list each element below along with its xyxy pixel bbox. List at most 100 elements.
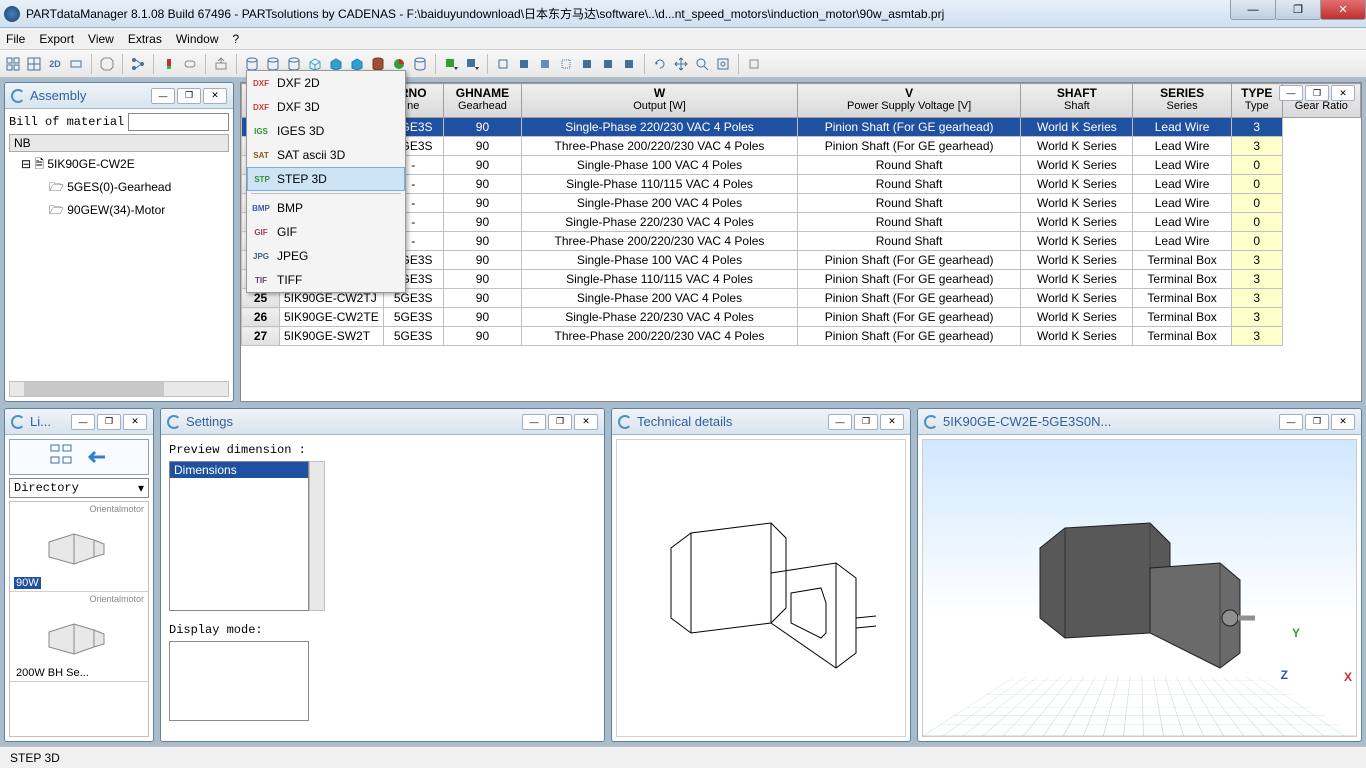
- tb-db5-icon[interactable]: [411, 55, 429, 73]
- tb-toggle-icon[interactable]: [181, 55, 199, 73]
- tif-icon: TIF: [253, 272, 269, 288]
- panel-max-button[interactable]: ❐: [854, 414, 878, 430]
- bom-input[interactable]: [128, 113, 229, 131]
- tb-move-icon[interactable]: [672, 55, 690, 73]
- menu-window[interactable]: Window: [176, 32, 219, 46]
- panel-close-button[interactable]: ✕: [880, 414, 904, 430]
- tb-cube4-icon[interactable]: [557, 55, 575, 73]
- menu-extras[interactable]: Extras: [128, 32, 162, 46]
- close-button[interactable]: ✕: [1320, 0, 1366, 20]
- panel-min-button[interactable]: —: [828, 414, 852, 430]
- tree-nav-icon: [49, 443, 79, 471]
- col-header[interactable]: SERIESSeries: [1133, 84, 1232, 118]
- col-header[interactable]: WOutput [W]: [522, 84, 798, 118]
- tb-color-dd-icon[interactable]: [442, 55, 460, 73]
- table-row[interactable]: CW2E-90Single-Phase 220/230 VAC 4 PolesR…: [242, 213, 1361, 232]
- dim-item[interactable]: Dimensions: [170, 462, 308, 478]
- links-iconbox[interactable]: [9, 439, 149, 475]
- panel-max-button[interactable]: ❐: [97, 414, 121, 430]
- dimension-listbox[interactable]: Dimensions: [169, 461, 309, 611]
- dd-bmp[interactable]: BMPBMP: [247, 196, 405, 220]
- menu-view[interactable]: View: [88, 32, 114, 46]
- render-panel: 5IK90GE-CW2E-5GE3S0N... — ❐ ✕: [917, 408, 1362, 742]
- thumb-item[interactable]: Orientalmotor 200W BH Se...: [10, 592, 148, 682]
- tb-cube7-icon[interactable]: [620, 55, 638, 73]
- tb-light-icon[interactable]: [160, 55, 178, 73]
- col-header[interactable]: VPower Supply Voltage [V]: [797, 84, 1021, 118]
- hscrollbar[interactable]: [9, 381, 229, 397]
- dd-sat3d[interactable]: SATSAT ascii 3D: [247, 143, 405, 167]
- panel-close-button[interactable]: ✕: [123, 414, 147, 430]
- panel-close-button[interactable]: ✕: [574, 414, 598, 430]
- table-row[interactable]: AW2TJ5GE3S90Single-Phase 100 VAC 4 Poles…: [242, 251, 1361, 270]
- tb-cube2-icon[interactable]: [515, 55, 533, 73]
- dd-jpeg[interactable]: JPGJPEG: [247, 244, 405, 268]
- tb-cube1-icon[interactable]: [494, 55, 512, 73]
- tb-export-icon[interactable]: [212, 55, 230, 73]
- dd-tiff[interactable]: TIFTIFF: [247, 268, 405, 292]
- tree-item[interactable]: 🗁 5GES(0)-Gearhead: [9, 177, 229, 200]
- table-row[interactable]: AW2J-90Single-Phase 100 VAC 4 PolesRound…: [242, 156, 1361, 175]
- dd-dxf3d[interactable]: DXFDXF 3D: [247, 95, 405, 119]
- panel-close-button[interactable]: ✕: [1331, 414, 1355, 430]
- tb-views-icon[interactable]: [4, 55, 22, 73]
- tb-cube5-icon[interactable]: [578, 55, 596, 73]
- tb-block-dd-icon[interactable]: [463, 55, 481, 73]
- table-row[interactable]: 245IK90GE-AW2TU5GE3S90Single-Phase 110/1…: [242, 270, 1361, 289]
- tb-grid-icon[interactable]: [25, 55, 43, 73]
- tb-2d-icon[interactable]: 2D: [46, 55, 64, 73]
- menu-file[interactable]: File: [6, 32, 25, 46]
- tree-item[interactable]: 🗁 90GEW(34)-Motor: [9, 200, 229, 223]
- table-row[interactable]: CW2E5GE3S90Single-Phase 220/230 VAC 4 Po…: [242, 118, 1361, 137]
- col-header[interactable]: SHAFTShaft: [1021, 84, 1133, 118]
- panel-close-button[interactable]: ✕: [203, 88, 227, 104]
- panel-min-button[interactable]: —: [522, 414, 546, 430]
- tb-stop-icon[interactable]: [98, 55, 116, 73]
- tb-cube3-icon[interactable]: [536, 55, 554, 73]
- dd-separator: [251, 193, 401, 194]
- thumb-item[interactable]: Orientalmotor 90W: [10, 502, 148, 592]
- menu-export[interactable]: Export: [39, 32, 74, 46]
- dd-step3d[interactable]: STPSTEP 3D: [247, 167, 405, 191]
- table-row[interactable]: 275IK90GE-SW2T5GE3S90Three-Phase 200/220…: [242, 327, 1361, 346]
- display-mode-box[interactable]: [169, 641, 309, 721]
- dd-gif[interactable]: GIFGIF: [247, 220, 405, 244]
- panel-min-button[interactable]: —: [1279, 414, 1303, 430]
- dd-iges3d[interactable]: IGSIGES 3D: [247, 119, 405, 143]
- tb-ruler-icon[interactable]: [67, 55, 85, 73]
- vscrollbar[interactable]: [309, 461, 325, 611]
- directory-select[interactable]: Directory▾: [9, 478, 149, 498]
- panel-min-button[interactable]: —: [151, 88, 175, 104]
- table-row[interactable]: CW2J-90Single-Phase 200 VAC 4 PolesRound…: [242, 194, 1361, 213]
- table-row[interactable]: -SW25GE3S90Three-Phase 200/220/230 VAC 4…: [242, 137, 1361, 156]
- render-viewport[interactable]: X Y Z: [922, 439, 1357, 737]
- tb-rotate-icon[interactable]: [651, 55, 669, 73]
- panel-max-button[interactable]: ❐: [548, 414, 572, 430]
- table-row[interactable]: SW2-90Three-Phase 200/220/230 VAC 4 Pole…: [242, 232, 1361, 251]
- maximize-button[interactable]: ❐: [1275, 0, 1321, 20]
- panel-close-button[interactable]: ✕: [1331, 85, 1355, 101]
- tb-tree-icon[interactable]: [129, 55, 147, 73]
- col-header[interactable]: TYPEType: [1231, 84, 1282, 118]
- thumbnail-list[interactable]: Orientalmotor 90W Orientalmotor 200W BH …: [9, 501, 149, 737]
- minimize-button[interactable]: —: [1230, 0, 1276, 20]
- panel-max-button[interactable]: ❐: [177, 88, 201, 104]
- tb-cube6-icon[interactable]: [599, 55, 617, 73]
- assembly-tree[interactable]: ⊟ 🗎 5IK90GE-CW2E 🗁 5GES(0)-Gearhead 🗁 90…: [9, 154, 229, 381]
- table-row[interactable]: 265IK90GE-CW2TE5GE3S90Single-Phase 220/2…: [242, 308, 1361, 327]
- tb-misc-icon[interactable]: [745, 55, 763, 73]
- table-row[interactable]: 255IK90GE-CW2TJ5GE3S90Single-Phase 200 V…: [242, 289, 1361, 308]
- data-table[interactable]: RNOneGHNAMEGearheadWOutput [W]VPower Sup…: [241, 83, 1361, 346]
- panel-max-button[interactable]: ❐: [1305, 414, 1329, 430]
- menu-help[interactable]: ?: [233, 32, 240, 46]
- tech-preview[interactable]: [616, 439, 906, 737]
- panel-min-button[interactable]: —: [71, 414, 95, 430]
- dd-dxf2d[interactable]: DXFDXF 2D: [247, 71, 405, 95]
- tb-fit-icon[interactable]: [714, 55, 732, 73]
- col-header[interactable]: GHNAMEGearhead: [443, 84, 521, 118]
- table-row[interactable]: AW2U-90Single-Phase 110/115 VAC 4 PolesR…: [242, 175, 1361, 194]
- panel-min-button[interactable]: —: [1279, 85, 1303, 101]
- tb-zoom-icon[interactable]: [693, 55, 711, 73]
- panel-max-button[interactable]: ❐: [1305, 85, 1329, 101]
- nb-header[interactable]: NB: [9, 134, 229, 152]
